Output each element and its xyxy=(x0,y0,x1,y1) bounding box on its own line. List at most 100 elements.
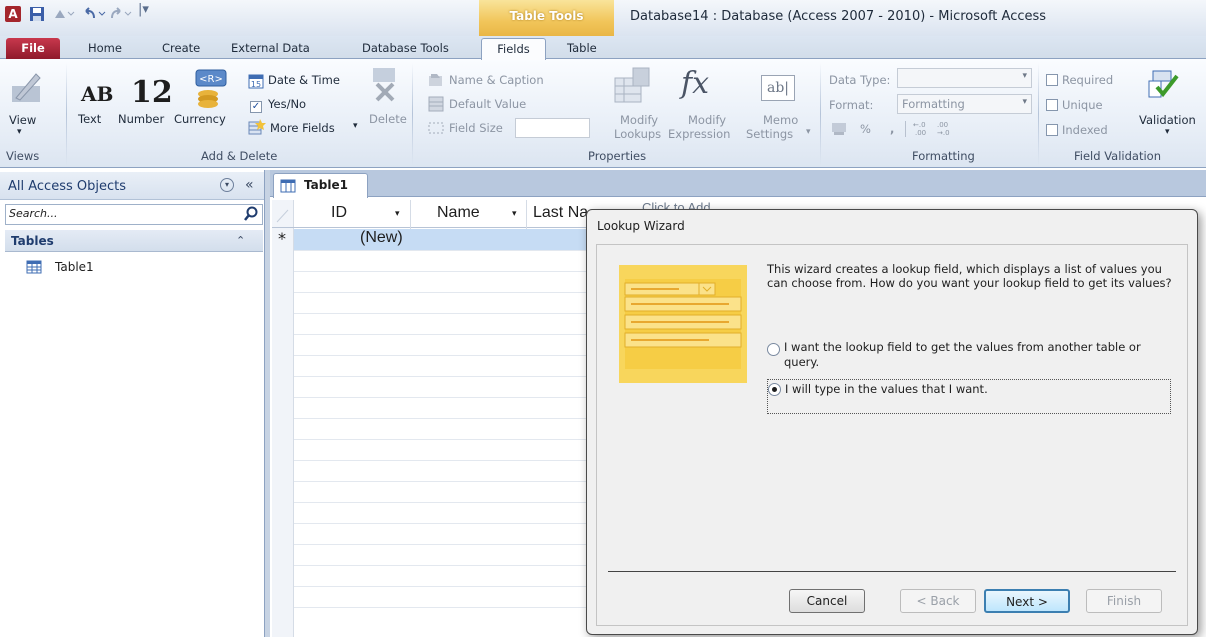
modify-lookups-icon[interactable] xyxy=(613,66,653,109)
radio-selected-icon[interactable] xyxy=(768,383,781,396)
yes-no-button[interactable]: Yes/No xyxy=(268,97,306,111)
validation-icon[interactable] xyxy=(1147,67,1181,108)
modify-lookups-button-line1[interactable]: Modify xyxy=(620,113,658,127)
required-label: Required xyxy=(1062,73,1114,87)
tab-external-data[interactable]: External Data xyxy=(231,38,310,59)
data-type-select[interactable]: ▾ xyxy=(897,68,1032,88)
nav-item-table1[interactable]: Table1 xyxy=(20,258,170,278)
name-caption-button[interactable]: Name & Caption xyxy=(449,73,544,87)
nav-pane-menu-chevron-icon[interactable]: ▾ xyxy=(220,178,234,192)
cancel-button[interactable]: Cancel xyxy=(789,589,865,613)
field-size-input[interactable] xyxy=(515,118,590,138)
text-field-button[interactable]: Text xyxy=(78,112,101,126)
date-time-button[interactable]: Date & Time xyxy=(268,73,340,87)
currency-icon[interactable]: <R> xyxy=(190,68,230,111)
required-checkbox-icon[interactable] xyxy=(1046,74,1058,86)
group-label-add-delete: Add & Delete xyxy=(201,149,278,163)
more-fields-icon[interactable] xyxy=(248,118,266,139)
redo-icon[interactable] xyxy=(108,6,136,26)
more-fields-dropdown-icon[interactable]: ▾ xyxy=(353,121,358,131)
data-type-dropdown-icon[interactable]: ▾ xyxy=(1022,71,1027,81)
radio-icon[interactable] xyxy=(767,343,780,356)
yes-no-checkbox-icon[interactable]: ✓ xyxy=(250,96,266,113)
nav-pane-splitter[interactable] xyxy=(265,170,270,637)
tab-database-tools[interactable]: Database Tools xyxy=(362,38,449,59)
more-fields-button[interactable]: More Fields xyxy=(270,121,335,135)
view-button[interactable]: View xyxy=(9,113,36,127)
view-icon[interactable] xyxy=(10,68,44,109)
fx-expression-icon[interactable]: fx xyxy=(681,66,709,101)
customize-icon[interactable] xyxy=(52,6,76,26)
group-label-formatting: Formatting xyxy=(912,149,975,163)
memo-settings-icon[interactable]: ab| xyxy=(761,75,795,101)
shutter-bar-close-icon[interactable]: « xyxy=(245,177,254,193)
nav-pane-title[interactable]: All Access Objects xyxy=(8,179,126,194)
decrease-decimals-icon[interactable]: .00 →.0 xyxy=(936,119,956,140)
back-button[interactable]: < Back xyxy=(900,589,976,613)
option-type-values-radio[interactable]: I will type in the values that I want. xyxy=(767,379,1171,414)
required-checkbox[interactable]: Required xyxy=(1046,73,1113,87)
delete-field-icon[interactable] xyxy=(367,66,401,107)
row-gridline xyxy=(294,355,594,356)
svg-text:←.0: ←.0 xyxy=(913,121,926,129)
finish-button[interactable]: Finish xyxy=(1086,589,1162,613)
wizard-description: This wizard creates a lookup field, whic… xyxy=(767,262,1172,290)
text-field-icon[interactable]: AB xyxy=(81,82,113,106)
calendar-icon[interactable]: 15 xyxy=(248,73,264,92)
increase-decimals-icon[interactable]: ←.0.00 xyxy=(912,119,932,140)
search-icon[interactable] xyxy=(243,206,259,225)
memo-settings-button-line1[interactable]: Memo xyxy=(763,113,798,127)
currency-format-icon[interactable] xyxy=(831,122,849,139)
validation-dropdown-icon[interactable]: ▾ xyxy=(1165,127,1170,137)
delete-field-button[interactable]: Delete xyxy=(369,112,407,126)
collapse-group-icon[interactable]: ⌃ xyxy=(236,234,245,247)
nav-search-input[interactable]: Search... xyxy=(5,204,263,225)
option-other-table-radio[interactable]: I want the lookup field to get the value… xyxy=(767,340,1167,370)
qat-dropdown-icon[interactable]: |▾ xyxy=(138,2,149,17)
currency-field-button[interactable]: Currency xyxy=(174,112,226,126)
indexed-checkbox[interactable]: Indexed xyxy=(1046,123,1108,137)
tab-table[interactable]: Table xyxy=(567,38,597,59)
modify-expression-button-line1[interactable]: Modify xyxy=(688,113,726,127)
group-separator xyxy=(66,63,67,165)
modify-lookups-button-line2[interactable]: Lookups xyxy=(614,127,661,141)
column-header-id[interactable]: ID xyxy=(331,204,347,232)
indexed-checkbox-icon[interactable] xyxy=(1046,124,1058,136)
default-value-button[interactable]: Default Value xyxy=(449,97,526,111)
column-header-name[interactable]: Name xyxy=(437,204,480,232)
name-column-dropdown-icon[interactable]: ▾ xyxy=(512,209,517,219)
format-dropdown-icon[interactable]: ▾ xyxy=(1022,97,1027,107)
validation-button[interactable]: Validation xyxy=(1139,113,1196,127)
number-field-icon[interactable]: 12 xyxy=(131,75,173,110)
default-value-icon[interactable] xyxy=(428,96,444,115)
name-caption-icon[interactable] xyxy=(428,72,444,91)
table-icon xyxy=(280,179,296,196)
unique-checkbox[interactable]: Unique xyxy=(1046,98,1103,112)
memo-settings-button-line2[interactable]: Settings xyxy=(746,127,793,141)
unique-checkbox-icon[interactable] xyxy=(1046,99,1058,111)
format-select[interactable]: Formatting ▾ xyxy=(897,94,1032,114)
modify-expression-button-line2[interactable]: Expression xyxy=(668,127,730,141)
tab-fields[interactable]: Fields xyxy=(481,38,546,60)
next-button[interactable]: Next > xyxy=(984,589,1070,613)
tab-home[interactable]: Home xyxy=(88,38,122,59)
nav-item-label: Table1 xyxy=(55,260,94,274)
indexed-label: Indexed xyxy=(1062,123,1108,137)
save-icon[interactable] xyxy=(29,6,45,26)
number-field-button[interactable]: Number xyxy=(118,112,164,126)
tab-create[interactable]: Create xyxy=(162,38,200,59)
tab-file[interactable]: File xyxy=(6,38,60,59)
group-label-properties: Properties xyxy=(588,149,647,163)
view-dropdown-icon[interactable]: ▾ xyxy=(17,127,22,137)
memo-settings-dropdown-icon[interactable]: ▾ xyxy=(806,127,811,137)
select-all-corner[interactable] xyxy=(272,200,294,228)
new-record-id-cell[interactable]: (New) xyxy=(360,229,403,247)
comma-format-button[interactable]: , xyxy=(890,122,894,136)
undo-icon[interactable] xyxy=(80,6,108,26)
document-tab-table1[interactable]: Table1 xyxy=(273,173,368,198)
percent-format-button[interactable]: % xyxy=(860,122,871,136)
new-record-row[interactable] xyxy=(294,229,594,250)
column-header-last-name[interactable]: Last Na xyxy=(533,204,588,232)
id-column-dropdown-icon[interactable]: ▾ xyxy=(395,209,400,219)
access-app-icon[interactable]: A xyxy=(5,6,21,22)
